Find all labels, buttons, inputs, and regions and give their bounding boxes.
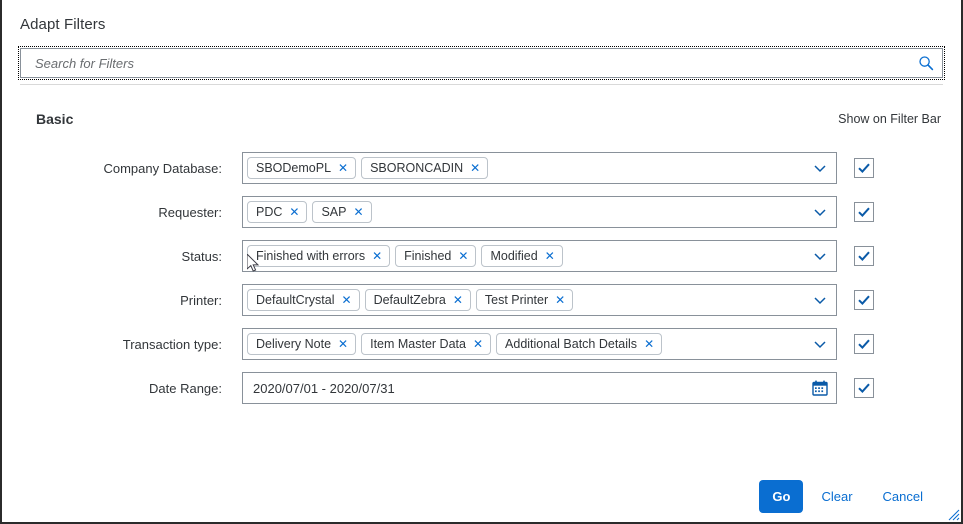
filter-value-multiinput[interactable]: PDC ✕ SAP ✕ xyxy=(242,196,837,228)
search-bar xyxy=(2,48,961,92)
token-label: SBORONCADIN xyxy=(370,161,463,175)
filter-row-printer: Printer: DefaultCrystal ✕ DefaultZebra ✕… xyxy=(20,278,943,322)
token[interactable]: PDC ✕ xyxy=(247,201,307,223)
filter-label: Company Database: xyxy=(20,161,242,176)
search-icon[interactable] xyxy=(918,55,934,71)
token[interactable]: SAP ✕ xyxy=(312,201,371,223)
dialog-footer: Go Clear Cancel xyxy=(2,474,961,522)
close-icon[interactable]: ✕ xyxy=(338,338,348,350)
chevron-down-icon[interactable] xyxy=(813,293,827,307)
show-on-filter-bar-checkbox[interactable] xyxy=(854,378,874,398)
close-icon[interactable]: ✕ xyxy=(353,206,363,218)
token[interactable]: DefaultZebra ✕ xyxy=(365,289,471,311)
show-on-filter-bar-checkbox[interactable] xyxy=(854,202,874,222)
filter-value-multiinput[interactable]: Finished with errors ✕ Finished ✕ Modifi… xyxy=(242,240,837,272)
cancel-button[interactable]: Cancel xyxy=(871,480,935,513)
show-on-filter-bar-label: Show on Filter Bar xyxy=(838,112,942,126)
filter-label: Printer: xyxy=(20,293,242,308)
filter-row-requester: Requester: PDC ✕ SAP ✕ xyxy=(20,190,943,234)
filter-label: Requester: xyxy=(20,205,242,220)
close-icon[interactable]: ✕ xyxy=(453,294,463,306)
dialog-title: Adapt Filters xyxy=(20,16,106,33)
token-label: Modified xyxy=(490,249,537,263)
token-label: DefaultCrystal xyxy=(256,293,335,307)
filter-value-multiinput[interactable]: SBODemoPL ✕ SBORONCADIN ✕ xyxy=(242,152,837,184)
filter-value-multiinput[interactable]: Delivery Note ✕ Item Master Data ✕ Addit… xyxy=(242,328,837,360)
filter-row-status: Status: Finished with errors ✕ Finished … xyxy=(20,234,943,278)
close-icon[interactable]: ✕ xyxy=(470,162,480,174)
close-icon[interactable]: ✕ xyxy=(338,162,348,174)
date-range-value: 2020/07/01 - 2020/07/31 xyxy=(253,381,395,396)
token-label: SBODemoPL xyxy=(256,161,331,175)
token[interactable]: Delivery Note ✕ xyxy=(247,333,356,355)
header-divider xyxy=(20,84,943,85)
close-icon[interactable]: ✕ xyxy=(545,250,555,262)
dialog-header: Adapt Filters xyxy=(2,0,961,48)
filter-row-date-range: Date Range: 2020/07/01 - 2020/07/31 xyxy=(20,366,943,410)
close-icon[interactable]: ✕ xyxy=(555,294,565,306)
token[interactable]: SBORONCADIN ✕ xyxy=(361,157,488,179)
calendar-icon[interactable] xyxy=(812,380,828,396)
token-label: Additional Batch Details xyxy=(505,337,637,351)
token[interactable]: SBODemoPL ✕ xyxy=(247,157,356,179)
chevron-down-icon[interactable] xyxy=(813,249,827,263)
clear-button[interactable]: Clear xyxy=(809,480,864,513)
filter-value-daterange[interactable]: 2020/07/01 - 2020/07/31 xyxy=(242,372,837,404)
chevron-down-icon[interactable] xyxy=(813,205,827,219)
chevron-down-icon[interactable] xyxy=(813,161,827,175)
token-label: Delivery Note xyxy=(256,337,331,351)
token[interactable]: Test Printer ✕ xyxy=(476,289,573,311)
filter-label: Transaction type: xyxy=(20,337,242,352)
token-label: DefaultZebra xyxy=(374,293,446,307)
show-on-filter-bar-checkbox[interactable] xyxy=(854,158,874,178)
token-label: Finished with errors xyxy=(256,249,365,263)
group-title: Basic xyxy=(36,111,73,127)
filter-row-transaction-type: Transaction type: Delivery Note ✕ Item M… xyxy=(20,322,943,366)
close-icon[interactable]: ✕ xyxy=(342,294,352,306)
token[interactable]: Additional Batch Details ✕ xyxy=(496,333,662,355)
group-header-basic: Basic Show on Filter Bar xyxy=(20,92,943,146)
show-on-filter-bar-checkbox[interactable] xyxy=(854,290,874,310)
token-label: PDC xyxy=(256,205,282,219)
filter-label: Status: xyxy=(20,249,242,264)
resize-handle[interactable] xyxy=(944,505,960,521)
search-field[interactable] xyxy=(20,48,943,78)
close-icon[interactable]: ✕ xyxy=(473,338,483,350)
go-button[interactable]: Go xyxy=(759,480,803,513)
chevron-down-icon[interactable] xyxy=(813,337,827,351)
show-on-filter-bar-checkbox[interactable] xyxy=(854,246,874,266)
token[interactable]: DefaultCrystal ✕ xyxy=(247,289,360,311)
filter-value-multiinput[interactable]: DefaultCrystal ✕ DefaultZebra ✕ Test Pri… xyxy=(242,284,837,316)
token-label: Finished xyxy=(404,249,451,263)
token[interactable]: Modified ✕ xyxy=(481,245,562,267)
token-label: SAP xyxy=(321,205,346,219)
filter-label: Date Range: xyxy=(20,381,242,396)
token-label: Item Master Data xyxy=(370,337,466,351)
token-label: Test Printer xyxy=(485,293,548,307)
token[interactable]: Item Master Data ✕ xyxy=(361,333,491,355)
token[interactable]: Finished ✕ xyxy=(395,245,476,267)
adapt-filters-dialog: Adapt Filters Basic Show on Filter Bar C… xyxy=(0,0,963,524)
close-icon[interactable]: ✕ xyxy=(372,250,382,262)
show-on-filter-bar-checkbox[interactable] xyxy=(854,334,874,354)
close-icon[interactable]: ✕ xyxy=(289,206,299,218)
filters-content: Basic Show on Filter Bar Company Databas… xyxy=(2,92,961,410)
search-input[interactable] xyxy=(33,50,912,76)
filter-row-company-database: Company Database: SBODemoPL ✕ SBORONCADI… xyxy=(20,146,943,190)
close-icon[interactable]: ✕ xyxy=(458,250,468,262)
token[interactable]: Finished with errors ✕ xyxy=(247,245,390,267)
close-icon[interactable]: ✕ xyxy=(644,338,654,350)
